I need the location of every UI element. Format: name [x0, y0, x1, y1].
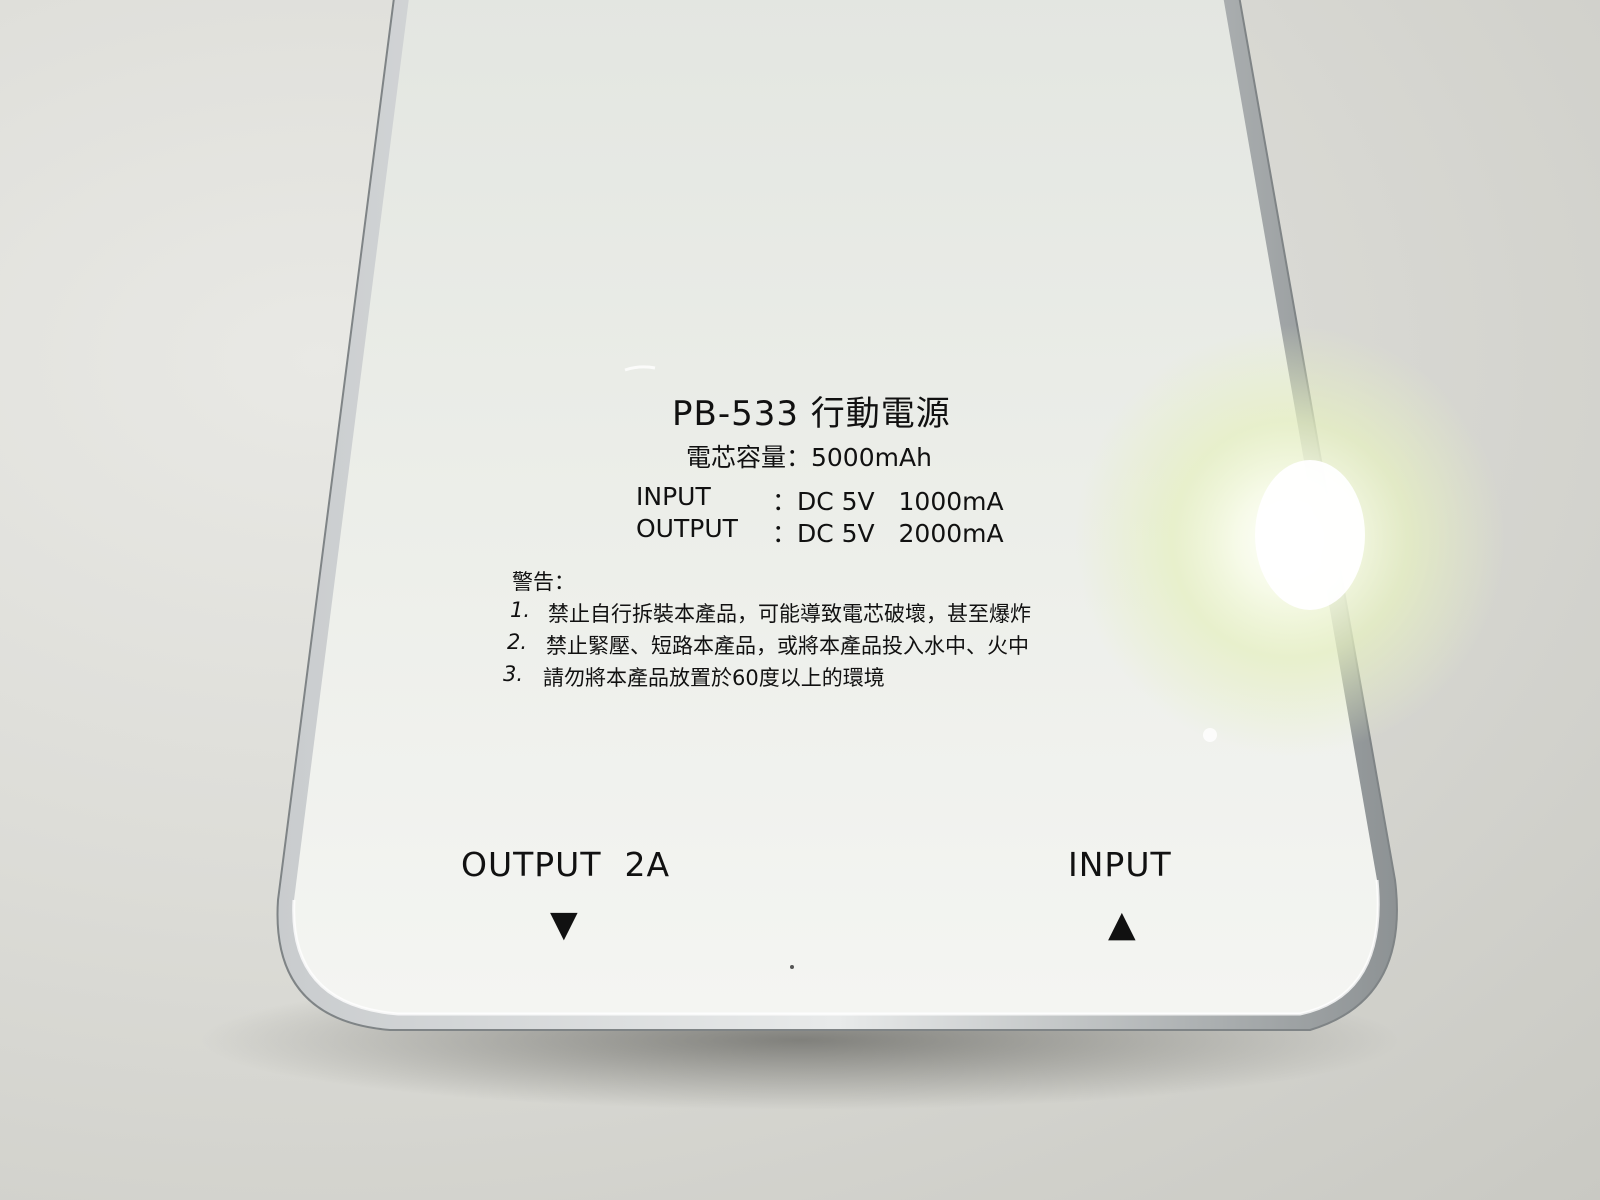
warning-item-text: 禁止緊壓、短路本產品，或將本產品投入水中、火中 [546, 634, 1029, 658]
capacity-label: 電芯容量：5000mAh [686, 443, 932, 472]
output-spec-value: ：DC 5V 2000mA [772, 519, 1004, 548]
input-port-label: INPUT [1068, 845, 1172, 884]
photo-scene: PB-533 行動電源 電芯容量：5000mAh INPUT ：DC 5V 10… [0, 0, 1600, 1200]
product-title: PB-533 行動電源 [672, 394, 951, 434]
warning-item-number: 3. [503, 662, 524, 686]
warning-item-text: 禁止自行拆裝本產品，可能導致電芯破壞，甚至爆炸 [548, 602, 1031, 626]
warning-heading: 警告： [512, 570, 575, 594]
surface-speck [1203, 728, 1217, 742]
input-spec-value: ：DC 5V 1000mA [772, 487, 1004, 516]
warning-item-text: 請勿將本產品放置於60度以上的環境 [543, 666, 885, 690]
warning-item-number: 1. [510, 598, 531, 622]
warning-item-number: 2. [507, 630, 528, 654]
surface-speck [790, 965, 794, 969]
input-spec-label: INPUT [636, 482, 711, 511]
output-port-label: OUTPUT 2A [461, 845, 671, 884]
output-spec-label: OUTPUT [636, 514, 738, 543]
output-arrow-icon: ▼ [550, 904, 578, 945]
light-glare-core [1255, 460, 1365, 610]
input-arrow-icon: ▲ [1108, 904, 1136, 945]
